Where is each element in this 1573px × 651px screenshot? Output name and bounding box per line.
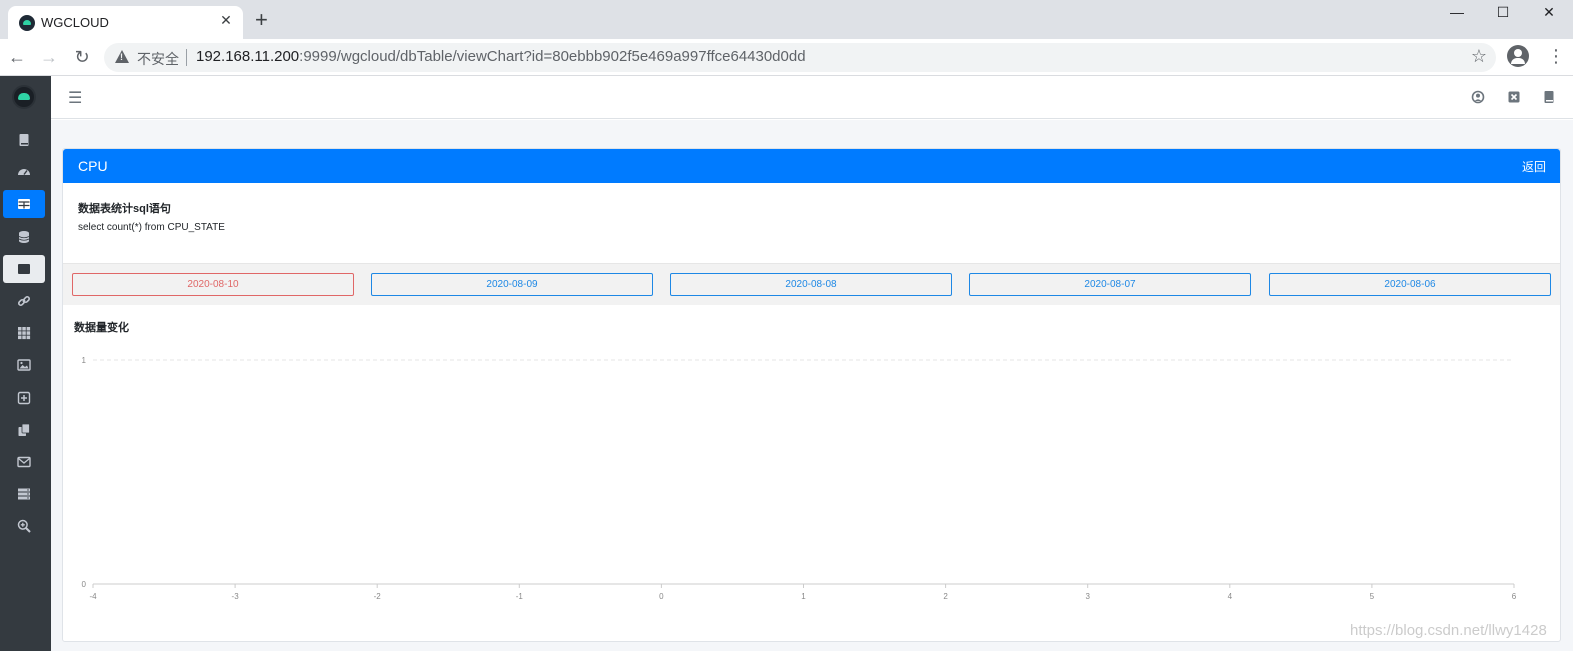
plus-square-icon bbox=[17, 391, 31, 404]
sidebar-item-server[interactable] bbox=[3, 480, 45, 508]
search-plus-icon bbox=[17, 520, 31, 534]
y-tick-label: 0 bbox=[82, 580, 87, 589]
table-icon bbox=[18, 263, 30, 274]
tab-close-icon[interactable]: ✕ bbox=[217, 12, 235, 29]
sidebar-item-copy[interactable] bbox=[3, 416, 45, 444]
top-navbar: ☰ bbox=[51, 76, 1573, 119]
x-tick-label: 2 bbox=[943, 592, 948, 601]
x-tick-label: -2 bbox=[374, 592, 382, 601]
image-icon bbox=[17, 359, 31, 372]
sidebar-item-database[interactable] bbox=[3, 223, 45, 251]
date-button[interactable]: 2020-08-06 bbox=[1269, 273, 1551, 296]
date-button[interactable]: 2020-08-08 bbox=[670, 273, 952, 296]
sidebar-item-table[interactable] bbox=[3, 190, 45, 219]
browser-tab-bar: WGCLOUD ✕ + — ☐ ✕ bbox=[0, 0, 1573, 39]
sidebar-item-search-plus[interactable] bbox=[3, 512, 45, 540]
close-window-icon[interactable] bbox=[1507, 90, 1521, 104]
x-tick-label: 1 bbox=[801, 592, 806, 601]
browser-menu-icon[interactable]: ⋮ bbox=[1547, 47, 1565, 65]
window-close-icon[interactable]: ✕ bbox=[1526, 2, 1572, 24]
y-tick-label: 1 bbox=[82, 356, 87, 365]
reload-icon[interactable]: ↻ bbox=[70, 45, 94, 69]
table-icon bbox=[18, 199, 30, 210]
url-host: 192.168.11.200 bbox=[196, 48, 300, 65]
browser-toolbar: ← → ↻ 不安全 192.168.11.200:9999/wgcloud/db… bbox=[0, 39, 1573, 76]
book-icon[interactable] bbox=[1542, 90, 1556, 104]
book-icon bbox=[19, 134, 29, 146]
back-arrow-icon[interactable]: ← bbox=[5, 45, 29, 69]
back-link[interactable]: 返回 bbox=[1522, 158, 1546, 175]
sidebar-item-book[interactable] bbox=[3, 126, 45, 154]
card-title: CPU bbox=[78, 158, 108, 174]
date-button-row: 2020-08-10 2020-08-09 2020-08-08 2020-08-07… bbox=[63, 263, 1560, 305]
x-tick-label: 5 bbox=[1370, 592, 1375, 601]
chart-card: CPU 返回 数据表统计sql语句 select count(*) from C… bbox=[62, 148, 1561, 642]
link-icon bbox=[17, 295, 31, 307]
card-header: CPU 返回 bbox=[63, 149, 1560, 183]
cloud-favicon-icon bbox=[19, 15, 35, 31]
x-tick-label: 3 bbox=[1085, 592, 1090, 601]
url-path: :9999/wgcloud/dbTable/viewChart?id=80ebb… bbox=[299, 48, 806, 65]
sidebar-item-grid[interactable] bbox=[3, 319, 45, 347]
browser-tab[interactable]: WGCLOUD ✕ bbox=[8, 6, 243, 39]
line-chart: 0 1 -4 -3 -2 -1 0 1 2 3 4 5 6 bbox=[82, 356, 1517, 601]
date-button[interactable]: 2020-08-07 bbox=[969, 273, 1251, 296]
new-tab-icon[interactable]: + bbox=[255, 8, 268, 32]
profile-avatar-icon[interactable] bbox=[1507, 45, 1529, 67]
x-tick-label: -3 bbox=[232, 592, 240, 601]
watermark: https://blog.csdn.net/llwy1428 bbox=[1350, 622, 1547, 639]
maximize-icon[interactable]: ☐ bbox=[1480, 2, 1526, 24]
hamburger-menu-icon[interactable]: ☰ bbox=[68, 88, 82, 108]
logo-icon[interactable] bbox=[12, 85, 36, 109]
chart-title: 数据量变化 bbox=[74, 322, 129, 334]
sidebar-item-image[interactable] bbox=[3, 351, 45, 379]
forward-arrow-icon[interactable]: → bbox=[37, 45, 61, 69]
divider bbox=[186, 49, 187, 66]
x-tick-label: 0 bbox=[659, 592, 664, 601]
x-tick-label: -4 bbox=[89, 592, 97, 601]
sql-statement: select count(*) from CPU_STATE bbox=[78, 222, 225, 233]
address-bar[interactable]: 不安全 192.168.11.200:9999/wgcloud/dbTable/… bbox=[104, 43, 1496, 72]
grid-icon bbox=[18, 327, 31, 340]
warning-icon bbox=[115, 50, 129, 63]
dashboard-icon bbox=[18, 169, 30, 176]
server-icon bbox=[18, 488, 30, 500]
bookmark-star-icon[interactable]: ☆ bbox=[1471, 46, 1487, 67]
user-circle-icon[interactable] bbox=[1471, 90, 1485, 104]
sidebar-item-envelope[interactable] bbox=[3, 448, 45, 476]
x-tick-label: -1 bbox=[516, 592, 524, 601]
sql-section-title: 数据表统计sql语句 bbox=[78, 203, 171, 215]
tab-title: WGCLOUD bbox=[41, 15, 109, 30]
sidebar-item-plus-square[interactable] bbox=[3, 384, 45, 412]
minimize-icon[interactable]: — bbox=[1434, 2, 1480, 24]
database-icon bbox=[18, 230, 30, 243]
x-tick-label: 4 bbox=[1228, 592, 1233, 601]
date-button[interactable]: 2020-08-09 bbox=[371, 273, 653, 296]
insecure-label: 不安全 bbox=[137, 51, 179, 67]
sidebar bbox=[0, 76, 51, 651]
url-text[interactable]: 192.168.11.200:9999/wgcloud/dbTable/view… bbox=[196, 48, 806, 65]
copy-icon bbox=[18, 423, 30, 436]
x-tick-label: 6 bbox=[1512, 592, 1517, 601]
sidebar-item-link[interactable] bbox=[3, 287, 45, 315]
sidebar-item-table[interactable] bbox=[3, 254, 45, 283]
envelope-icon bbox=[17, 456, 31, 468]
date-button[interactable]: 2020-08-10 bbox=[72, 273, 354, 296]
sidebar-item-dashboard[interactable] bbox=[3, 158, 45, 186]
